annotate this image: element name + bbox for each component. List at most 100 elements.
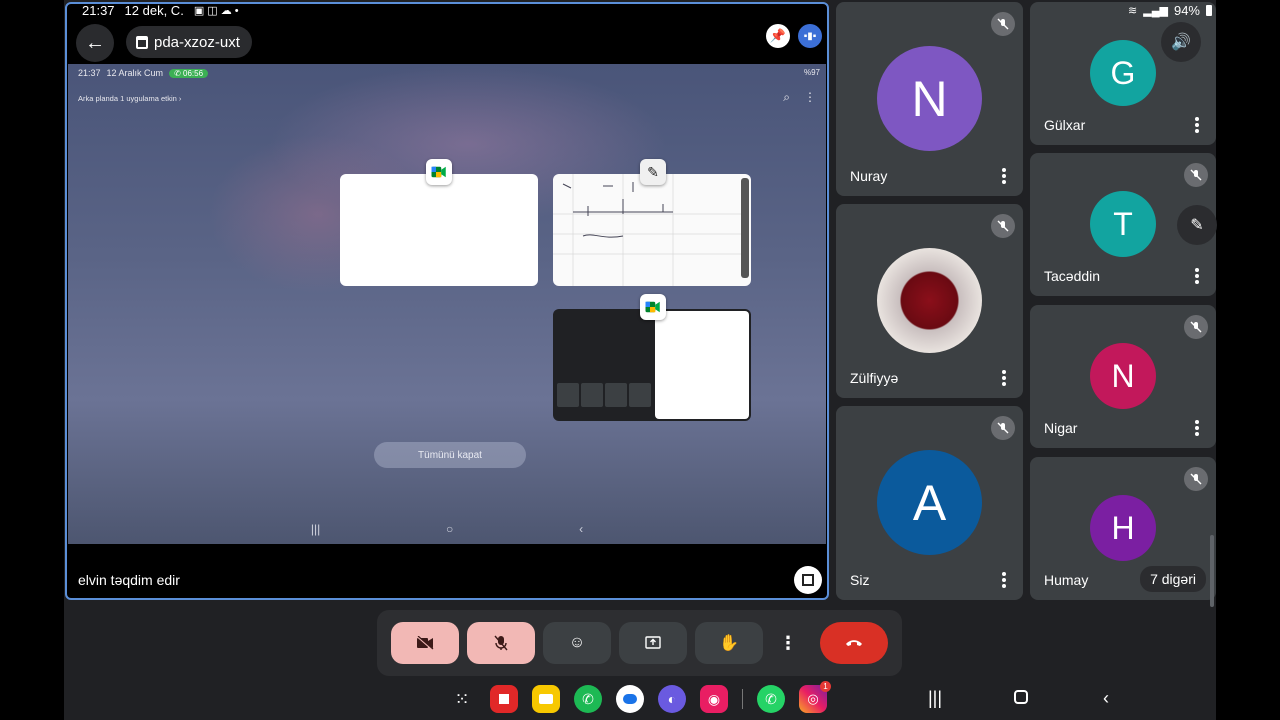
- notification-badge: 1: [820, 681, 831, 692]
- close-all-button: Tümünü kapat: [374, 442, 526, 468]
- more-vert-icon[interactable]: [1194, 268, 1200, 284]
- status-time: 21:37: [82, 3, 115, 18]
- battery-icon: [1206, 5, 1212, 16]
- avatar-photo: [877, 248, 982, 353]
- present-button[interactable]: [619, 622, 687, 664]
- dock-separator: [742, 689, 743, 709]
- participant-name: Tacəddin: [1044, 268, 1101, 284]
- meet-app-icon: [426, 159, 452, 185]
- annotate-button[interactable]: ✎: [1177, 205, 1217, 245]
- participant-name: Zülfiyyə: [850, 370, 899, 386]
- participant-name: Nigar: [1044, 420, 1078, 436]
- participant-name: Nuray: [850, 168, 888, 184]
- meeting-code-chip[interactable]: pda-xzoz-uxt: [126, 26, 252, 58]
- reactions-button[interactable]: ☺: [543, 622, 611, 664]
- mic-off-icon: [1184, 163, 1208, 187]
- recent-app-card-meet-call: [553, 309, 751, 421]
- leave-call-button[interactable]: [820, 622, 888, 664]
- avatar: N: [1090, 343, 1156, 409]
- raise-hand-button[interactable]: ✋: [695, 622, 763, 664]
- battery-level: 94%: [1173, 3, 1200, 18]
- meet-app-icon-2: [640, 294, 666, 320]
- status-bar-right: ≋ ▂▄▆ 94%: [1128, 3, 1212, 18]
- speaker-button[interactable]: 🔊: [1161, 22, 1201, 62]
- shared-call-timer: 06:56: [183, 68, 204, 78]
- shared-home-icon: ○: [446, 522, 454, 536]
- mic-off-icon: [1184, 315, 1208, 339]
- card-participant-list: [655, 311, 749, 419]
- call-end-icon: [846, 640, 862, 646]
- more-vert-icon[interactable]: [1001, 168, 1007, 184]
- avatar: T: [1090, 191, 1156, 257]
- camera-icon[interactable]: ◉: [700, 685, 728, 713]
- mic-toggle-button[interactable]: [467, 622, 535, 664]
- phone-icon[interactable]: ✆: [574, 685, 602, 713]
- recents-nav-icon[interactable]: |||: [928, 688, 942, 709]
- shared-back-icon: ‹: [579, 522, 584, 536]
- pin-button[interactable]: 📌: [766, 24, 790, 48]
- participant-tile-self[interactable]: A Siz: [836, 406, 1023, 600]
- handwriting-sketch: [553, 174, 749, 286]
- presentation-tile[interactable]: 21:37 12 Aralık Cum ✆ 06:56 %97 Arka pla…: [65, 2, 829, 600]
- shared-nav-bar: ||| ○ ‹: [68, 522, 826, 536]
- avatar: N: [877, 46, 982, 151]
- card-call-grid: [557, 383, 651, 407]
- shared-search-icon: ⌕: [783, 90, 790, 104]
- back-button[interactable]: ←: [76, 24, 114, 62]
- fullscreen-icon: [802, 574, 814, 586]
- more-vert-icon[interactable]: [1194, 117, 1200, 133]
- shared-battery: %97: [803, 68, 820, 77]
- more-options-button[interactable]: ⋮: [776, 622, 800, 664]
- browser-icon[interactable]: ◐: [658, 685, 686, 713]
- status-date: 12 dek, C.: [124, 3, 184, 18]
- pen-app-icon: ✎: [640, 159, 666, 185]
- participant-tile-nuray[interactable]: N Nuray: [836, 2, 1023, 196]
- calendar-icon: [136, 35, 148, 49]
- shared-more-icon: ⋮: [804, 90, 816, 104]
- emoji-icon: ☺: [568, 634, 586, 651]
- more-vert-icon: ⋮: [779, 632, 797, 653]
- notes-icon[interactable]: [532, 685, 560, 713]
- participants-scrollbar[interactable]: [1210, 535, 1214, 607]
- participant-tile-nigar[interactable]: N Nigar: [1030, 305, 1216, 448]
- shared-background-note: Arka planda 1 uygulama etkin ›: [78, 94, 182, 103]
- notification-icons: ▣ ◫ ☁ •: [193, 5, 239, 17]
- flipboard-icon[interactable]: [490, 685, 518, 713]
- audio-level-button[interactable]: ▪▮▪: [798, 24, 822, 48]
- apps-grid-icon[interactable]: ⁙: [448, 685, 476, 713]
- more-vert-icon[interactable]: [1001, 572, 1007, 588]
- whatsapp-icon[interactable]: ✆: [757, 685, 785, 713]
- shared-screen: 21:37 12 Aralık Cum ✆ 06:56 %97 Arka pla…: [68, 64, 826, 544]
- mic-off-icon: [991, 416, 1015, 440]
- more-vert-icon[interactable]: [1001, 370, 1007, 386]
- recent-app-card-notes: [553, 174, 751, 286]
- avatar: G: [1090, 40, 1156, 106]
- mic-off-icon: [991, 12, 1015, 36]
- shared-date: 12 Aralık Cum: [106, 68, 164, 78]
- pin-icon: 📌: [769, 28, 787, 43]
- shared-background-note-text: Arka planda 1 uygulama etkin: [78, 94, 177, 103]
- instagram-icon[interactable]: ◎ 1: [799, 681, 831, 713]
- camera-toggle-button[interactable]: [391, 622, 459, 664]
- others-button[interactable]: 7 digəri: [1140, 566, 1206, 592]
- participant-tile-humay[interactable]: H Humay 7 digəri: [1030, 457, 1216, 600]
- participant-tile-zulfiyye[interactable]: Zülfiyyə: [836, 204, 1023, 398]
- mic-off-icon: [991, 214, 1015, 238]
- present-screen-icon: [645, 636, 661, 649]
- home-nav-icon[interactable]: [1014, 688, 1028, 709]
- audio-level-icon: ▪▮▪: [803, 30, 817, 42]
- recent-app-card-meet: [340, 174, 538, 286]
- wifi-icon: ≋: [1128, 5, 1138, 17]
- avatar: A: [877, 450, 982, 555]
- fullscreen-button[interactable]: [794, 566, 822, 594]
- avatar: H: [1090, 495, 1156, 561]
- more-vert-icon[interactable]: [1194, 420, 1200, 436]
- pencil-icon: ✎: [1190, 217, 1204, 234]
- status-bar-left: 21:37 12 dek, C. ▣ ◫ ☁ •: [82, 3, 239, 18]
- messages-icon[interactable]: [616, 685, 644, 713]
- shared-status-bar: 21:37 12 Aralık Cum ✆ 06:56: [78, 68, 209, 78]
- back-nav-icon[interactable]: ‹: [1103, 688, 1109, 709]
- shared-recents-icon: |||: [310, 522, 321, 536]
- camera-off-icon: [416, 636, 434, 650]
- participant-name: Humay: [1044, 572, 1089, 588]
